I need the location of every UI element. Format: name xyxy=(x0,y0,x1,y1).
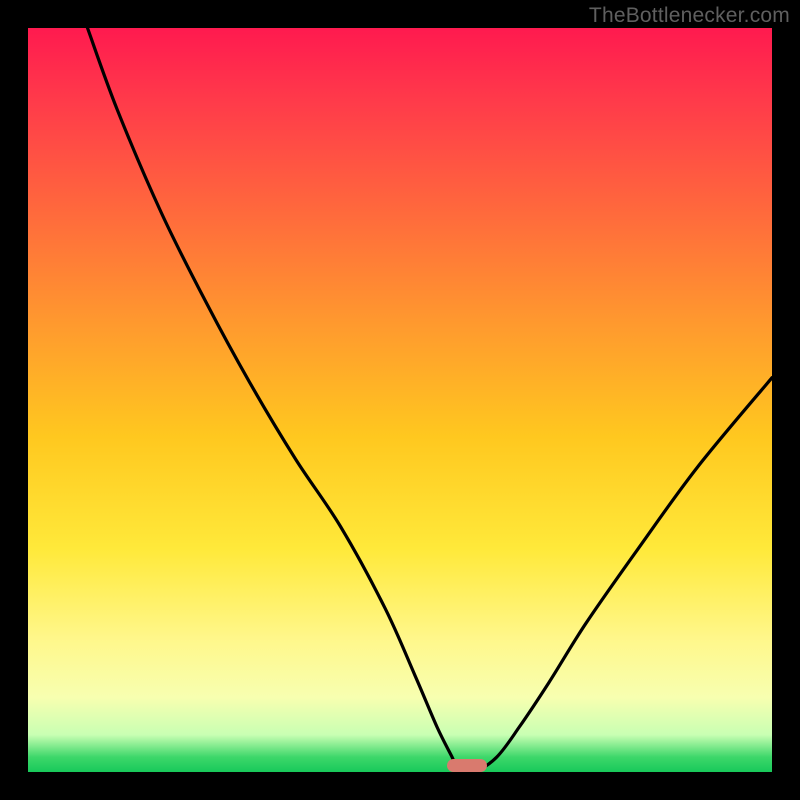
optimum-marker xyxy=(447,759,487,772)
bottleneck-curve xyxy=(88,28,773,772)
chart-stage: TheBottlenecker.com xyxy=(0,0,800,800)
curve-svg xyxy=(28,28,772,772)
plot-area xyxy=(28,28,772,772)
attribution-text: TheBottlenecker.com xyxy=(589,4,790,28)
